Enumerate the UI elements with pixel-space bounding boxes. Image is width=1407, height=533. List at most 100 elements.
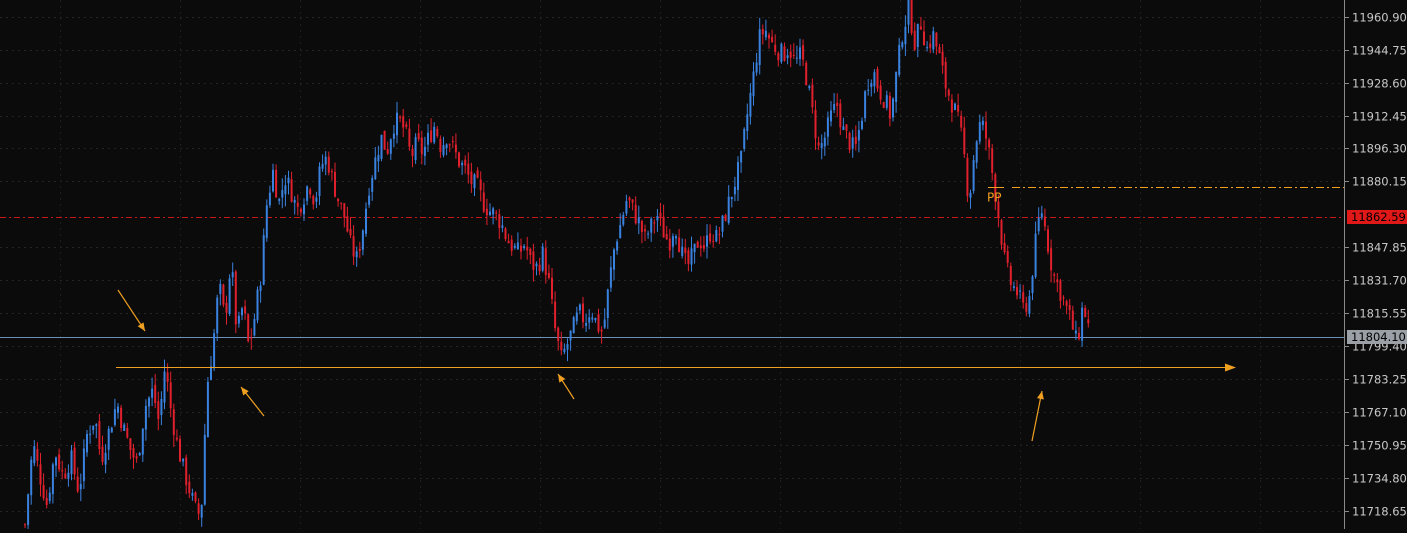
candle-body: [470, 171, 473, 185]
candle-body: [783, 46, 786, 61]
candle-body: [1000, 220, 1003, 245]
candle-body: [1071, 310, 1074, 330]
y-tick-label: 11815.55: [1352, 307, 1407, 321]
candle-body: [169, 382, 172, 409]
candle-body: [349, 228, 352, 236]
candle-body: [526, 246, 529, 251]
candle-body: [352, 236, 355, 257]
candle-body: [489, 211, 491, 215]
candle-body: [430, 130, 433, 142]
candle-body: [259, 285, 262, 291]
candle-body: [216, 297, 219, 334]
candle-body: [523, 246, 526, 249]
candle-body: [482, 192, 485, 212]
candle-body: [1084, 307, 1087, 318]
y-tick-label: 11944.75: [1352, 44, 1407, 58]
candle-body: [1062, 297, 1065, 299]
candle-body: [467, 163, 470, 175]
candle-body: [551, 277, 553, 300]
candle-body: [126, 427, 129, 438]
candle-body: [365, 208, 367, 234]
candle-body: [1053, 274, 1056, 276]
candle-body: [200, 504, 203, 518]
candle-body: [659, 212, 662, 217]
candle-body: [687, 250, 690, 264]
candle-body: [535, 263, 538, 267]
candle-body: [399, 116, 402, 119]
candle-body: [665, 234, 668, 240]
candle-body: [752, 71, 755, 97]
price-chart[interactable]: PP 11960.90 11944.75 11928.60 11912.45 11896…: [0, 0, 1407, 533]
candle-body: [923, 31, 925, 46]
candle-body: [445, 144, 448, 148]
candle-body: [1081, 307, 1084, 341]
candle-body: [662, 216, 665, 238]
candle-body: [864, 91, 867, 119]
candle-body: [386, 149, 389, 154]
candle-body: [966, 157, 969, 196]
candle-body: [98, 421, 101, 450]
price-tag-label: 11804.10: [1351, 330, 1406, 344]
candle-body: [70, 450, 73, 475]
candle-body: [870, 83, 873, 88]
candle-body: [132, 448, 135, 458]
candle-body: [448, 144, 451, 146]
y-tick-label: 11831.70: [1352, 274, 1407, 288]
y-tick-label: 11896.30: [1352, 142, 1407, 156]
candle-body: [123, 424, 126, 431]
candle-body: [919, 26, 922, 30]
candle-body: [135, 456, 138, 459]
candle-body: [780, 43, 783, 62]
candle-body: [454, 144, 457, 153]
candle-body: [27, 494, 30, 526]
candle-body: [690, 248, 693, 265]
candle-body: [572, 317, 575, 334]
candle-body: [771, 36, 774, 43]
candle-body: [777, 53, 780, 61]
candle-body: [299, 208, 302, 213]
candle-body: [795, 57, 798, 59]
candle-body: [423, 146, 426, 156]
candle-body: [981, 120, 984, 126]
candle-body: [575, 312, 578, 322]
candle-body: [110, 427, 113, 433]
candle-body: [148, 397, 150, 407]
candle-body: [1059, 280, 1062, 301]
candle-body: [327, 156, 330, 173]
candle-body: [163, 371, 166, 403]
candle-body: [392, 133, 395, 139]
candle-body: [303, 204, 305, 215]
candle-body: [237, 315, 240, 324]
candle-body: [569, 330, 572, 341]
candle-body: [1043, 216, 1046, 227]
candle-body: [24, 524, 26, 526]
candle-body: [92, 425, 95, 431]
candle-body: [842, 126, 845, 130]
candle-body: [975, 141, 978, 163]
candle-body: [811, 84, 814, 108]
candle-body: [935, 32, 938, 47]
candle-body: [854, 136, 857, 144]
candle-body: [957, 104, 960, 112]
candle-body: [383, 130, 386, 150]
candle-body: [377, 154, 380, 162]
candle-body: [532, 251, 535, 270]
candle-body: [566, 344, 569, 350]
candle-body: [442, 145, 445, 156]
candle-body: [802, 45, 805, 60]
candle-body: [644, 229, 646, 232]
candle-body: [247, 314, 250, 342]
candle-body: [312, 195, 315, 205]
candle-body: [817, 142, 820, 146]
y-tick-label: 11960.90: [1352, 11, 1407, 25]
candle-body: [76, 476, 79, 492]
candle-body: [988, 139, 991, 148]
candle-body: [427, 132, 429, 145]
y-tick-label: 11718.65: [1352, 505, 1407, 519]
candle-body: [678, 237, 681, 253]
candle-body: [330, 171, 333, 173]
candle-body: [151, 388, 154, 398]
candle-body: [42, 485, 45, 499]
chart-background: [0, 0, 1407, 529]
candle-body: [222, 284, 225, 305]
